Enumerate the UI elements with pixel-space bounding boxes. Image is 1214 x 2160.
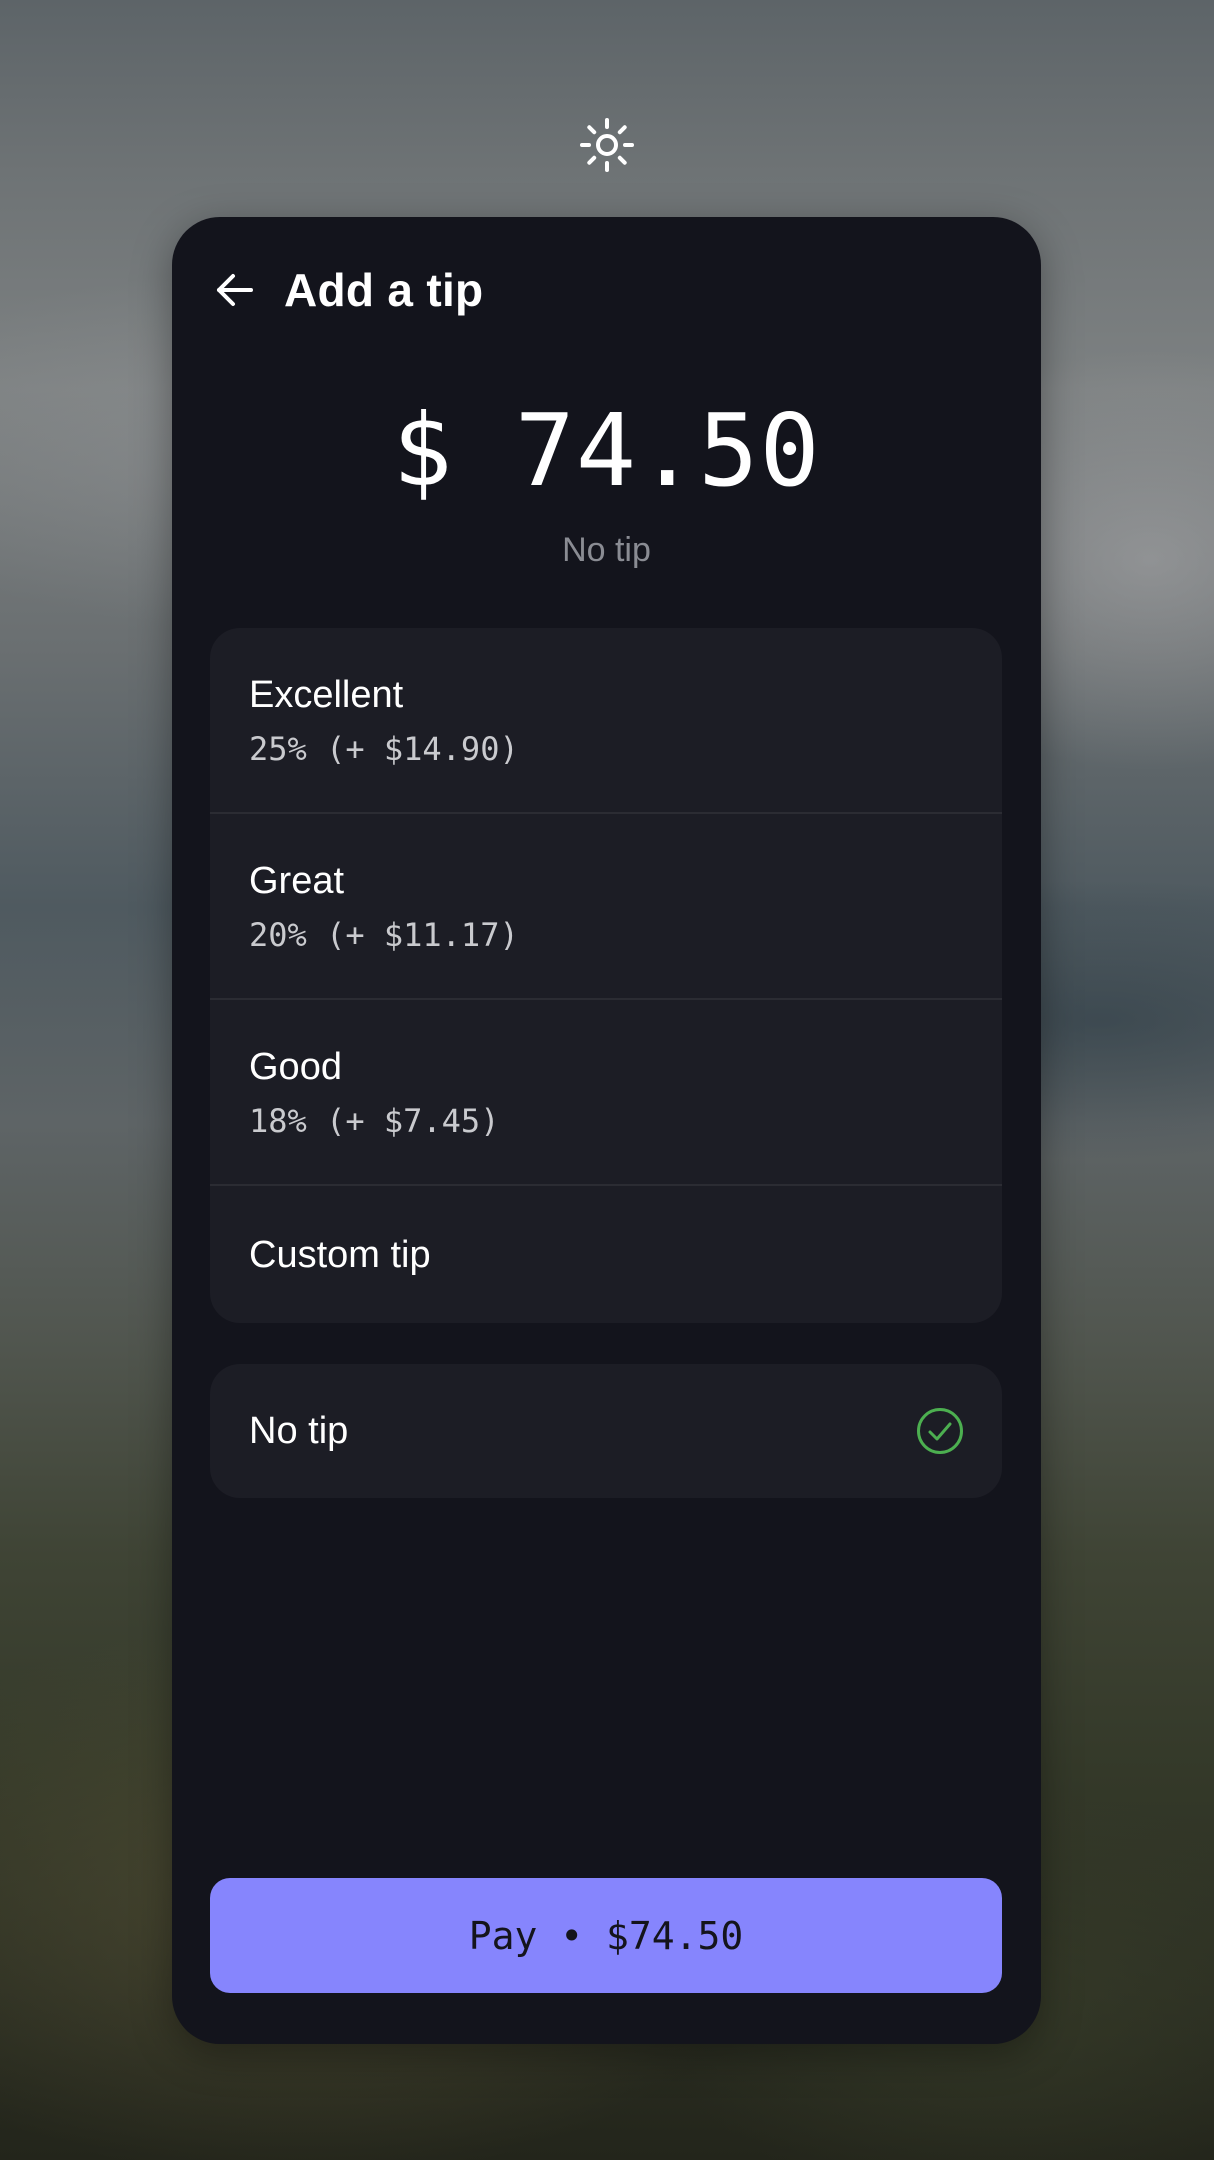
total-amount: $ 74.50 bbox=[392, 392, 821, 509]
tip-option-label: Excellent bbox=[249, 674, 404, 716]
no-tip-label: No tip bbox=[249, 1410, 349, 1452]
custom-tip-label: Custom tip bbox=[249, 1234, 431, 1276]
tip-option-great[interactable]: Great 20% (+ $11.17) bbox=[210, 814, 1002, 1000]
header: Add a tip bbox=[210, 255, 1003, 325]
theme-toggle-button[interactable] bbox=[579, 117, 635, 173]
arrow-left-icon bbox=[217, 274, 253, 306]
tip-option-detail: 25% (+ $14.90) bbox=[249, 730, 519, 768]
tip-option-good[interactable]: Good 18% (+ $7.45) bbox=[210, 1000, 1002, 1186]
back-button[interactable] bbox=[210, 265, 260, 315]
page-title: Add a tip bbox=[284, 264, 484, 316]
tip-option-label: Good bbox=[249, 1046, 342, 1088]
tip-status: No tip bbox=[562, 531, 651, 569]
tip-options-list: Excellent 25% (+ $14.90) Great 20% (+ $1… bbox=[210, 628, 1002, 1323]
tip-sheet: Add a tip $ 74.50 No tip Excellent 25% (… bbox=[172, 217, 1041, 2044]
sun-icon bbox=[580, 118, 634, 172]
tip-option-detail: 20% (+ $11.17) bbox=[249, 916, 519, 954]
tip-option-label: Great bbox=[249, 860, 345, 902]
pay-button[interactable]: Pay • $74.50 bbox=[210, 1878, 1002, 1993]
tip-option-excellent[interactable]: Excellent 25% (+ $14.90) bbox=[210, 628, 1002, 814]
tip-option-detail: 18% (+ $7.45) bbox=[249, 1102, 500, 1140]
no-tip-option[interactable]: No tip bbox=[210, 1364, 1002, 1498]
check-circle-icon bbox=[917, 1408, 963, 1454]
custom-tip-option[interactable]: Custom tip bbox=[210, 1186, 1002, 1323]
